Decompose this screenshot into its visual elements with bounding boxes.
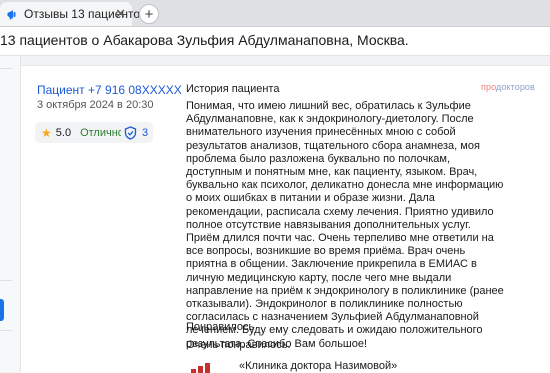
review-date: 3 октября 2024 в 20:30 [37,99,154,111]
verification-count: 3 [142,126,149,139]
active-indicator[interactable] [0,299,4,321]
prodoctorov-logo: продокторов [481,82,535,92]
clinic-logo [191,362,221,373]
close-icon[interactable]: ✕ [115,7,126,21]
browser-tab[interactable]: Отзывы 13 пациентов ✕ [0,2,146,26]
rating-label: Отлично [80,126,124,139]
liked-label: Понравилось [186,321,255,333]
clinic-name[interactable]: «Клиника доктора Назимовой» [239,360,397,372]
new-tab-button[interactable]: + [139,4,159,24]
page-title: 13 пациентов о Абакарова Зульфия Абдулма… [0,32,409,48]
tab-title: Отзывы 13 пациентов [24,7,147,21]
megaphone-icon [6,8,19,21]
left-sidebar [0,56,21,372]
liked-text: Очень понравилось. [186,339,291,351]
divider [0,280,12,281]
rating-value: 5.0 [55,126,72,139]
rating-badge: ★ 5.0 Отлично [35,122,126,143]
review-author[interactable]: Пациент +7 916 08XXXXX [37,83,182,97]
browser-tab-bar: Отзывы 13 пациентов ✕ + [0,0,550,27]
star-icon: ★ [41,125,52,140]
shield-check-icon [124,125,137,140]
review-card: Пациент +7 916 08XXXXX 3 октября 2024 в … [21,65,550,373]
divider [0,68,12,69]
divider [0,330,12,331]
history-label: История пациента [186,83,280,95]
page-header: 13 пациентов о Абакарова Зульфия Абдулма… [0,27,550,56]
verification-badge[interactable]: 3 [121,122,153,143]
review-text: Понимая, что имею лишний вес, обратилась… [186,100,504,350]
